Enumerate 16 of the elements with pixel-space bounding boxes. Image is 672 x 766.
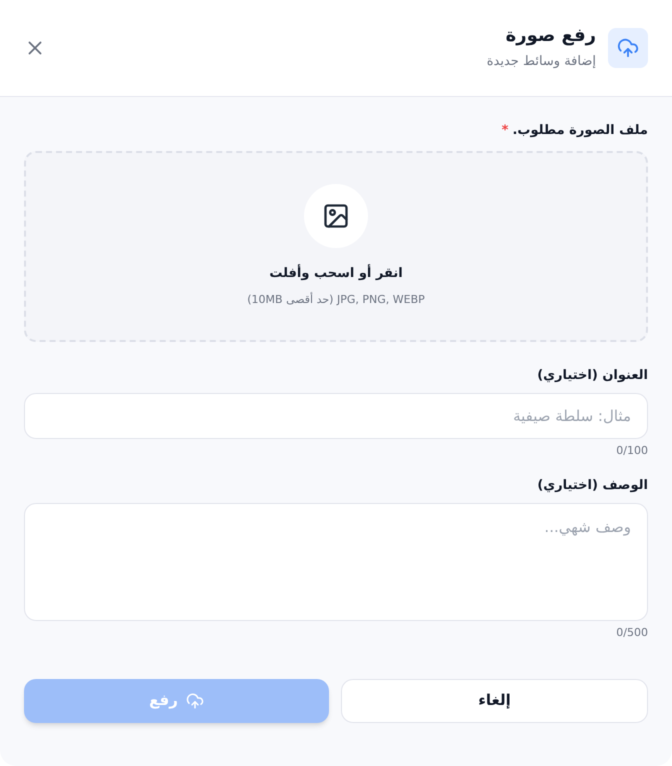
title-field[interactable]: مثال: سلطة صيفية xyxy=(24,393,648,439)
dropzone-title: انقر أو اسحب وأفلت xyxy=(269,264,403,283)
upload-cloud-icon xyxy=(186,692,204,710)
required-mark: * xyxy=(502,122,508,140)
dialog-subtitle: إضافة وسائط جديدة xyxy=(486,52,596,70)
upload-cloud-icon xyxy=(608,28,648,68)
dropzone-hint: JPG, PNG, WEBP (حد أقصى 10MB) xyxy=(247,292,425,308)
field-label: ملف الصورة مطلوب. xyxy=(512,122,648,140)
field-label: الوصف (اختياري) xyxy=(536,476,648,494)
dialog-title: رفع صورة xyxy=(504,25,596,48)
character-counter: 0/100 xyxy=(616,443,648,459)
field-label: العنوان (اختياري) xyxy=(536,366,648,384)
dropzone[interactable]: انقر أو اسحب وأفلت JPG, PNG, WEBP (حد أقصى 10MB) xyxy=(24,150,648,342)
description-field[interactable]: وصف شهي... xyxy=(24,503,648,621)
cancel-button[interactable]: إلغاء xyxy=(341,678,648,722)
character-counter: 0/500 xyxy=(616,625,648,641)
